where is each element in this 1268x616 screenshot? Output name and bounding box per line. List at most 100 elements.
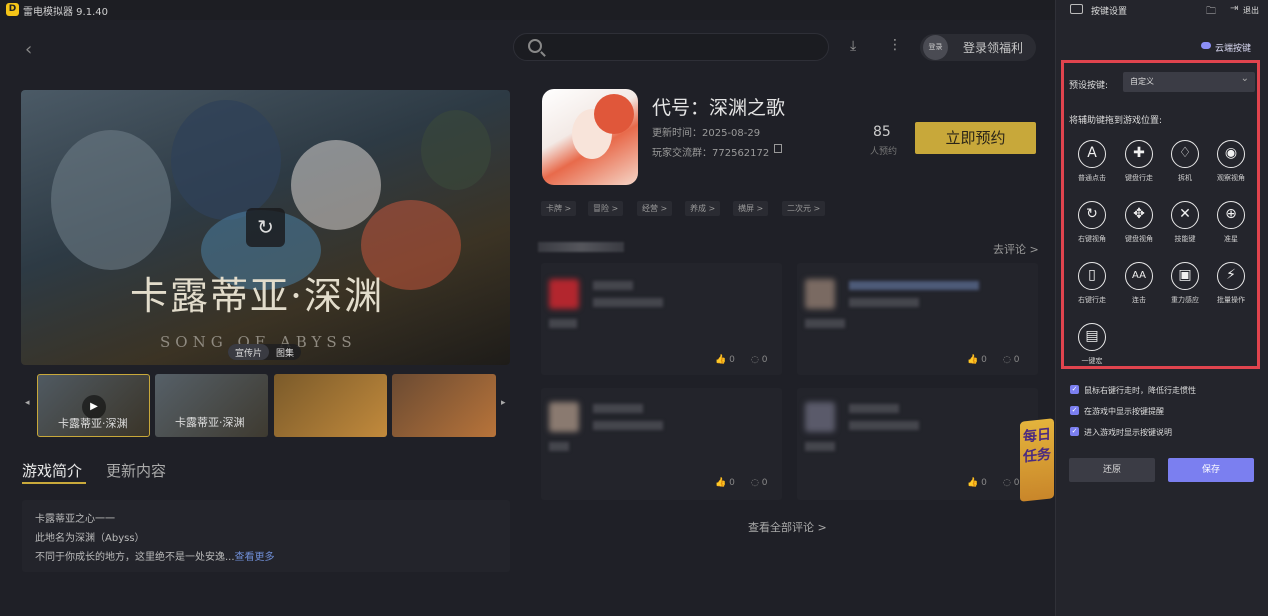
tab-intro[interactable]: 游戏简介: [22, 460, 82, 481]
tab-update[interactable]: 更新内容: [106, 460, 166, 481]
app-logo-icon: D: [6, 3, 19, 16]
key-right-click-view[interactable]: ↻ 右键视角: [1072, 201, 1112, 244]
tag[interactable]: 冒险 >: [588, 201, 624, 216]
back-arrow-icon[interactable]: ‹: [25, 39, 32, 60]
tab-active-indicator: [22, 482, 86, 484]
read-more-link[interactable]: 查看更多: [235, 552, 275, 563]
more-options-icon[interactable]: ⋮: [888, 37, 902, 53]
blurred-text: [593, 281, 633, 290]
macro-icon: ▤: [1078, 323, 1106, 351]
search-input[interactable]: [513, 33, 829, 61]
avatar: [805, 279, 835, 309]
daily-task-badge[interactable]: 每日任务: [1020, 418, 1054, 502]
save-button[interactable]: 保存: [1168, 458, 1254, 482]
reply-count[interactable]: ◌ 0: [751, 355, 767, 365]
option-checkbox[interactable]: ✓: [1070, 385, 1079, 394]
key-label: 连击: [1132, 296, 1146, 304]
thumb-prev-icon[interactable]: ◂: [25, 398, 30, 408]
like-value: 0: [981, 355, 987, 365]
key-combo[interactable]: AA 连击: [1119, 262, 1159, 305]
thumb-next-icon[interactable]: ▸: [501, 398, 506, 408]
thumbnail[interactable]: [392, 374, 496, 437]
all-comments-link[interactable]: 查看全部评论 >: [748, 519, 827, 535]
login-reward-text[interactable]: 登录领福利: [963, 39, 1023, 56]
preset-select[interactable]: 自定义: [1123, 69, 1255, 92]
key-batch[interactable]: ⚡ 批量操作: [1211, 262, 1251, 305]
mouse-icon: ▯: [1078, 262, 1106, 290]
like-count[interactable]: 👍 0: [715, 478, 735, 488]
comment-card[interactable]: 👍 0 ◌ 0: [541, 388, 782, 500]
key-tap[interactable]: A 普通点击: [1072, 140, 1112, 183]
key-label: 准星: [1224, 235, 1238, 243]
go-comment-link[interactable]: 去评论 >: [993, 241, 1039, 257]
tag[interactable]: 经营 >: [637, 201, 673, 216]
key-macro[interactable]: ▤ 一键宏: [1072, 323, 1112, 366]
reply-count[interactable]: ◌ 0: [1003, 355, 1019, 365]
replay-icon[interactable]: ↻: [246, 208, 285, 247]
search-icon[interactable]: [528, 39, 542, 53]
download-icon[interactable]: ⤓: [850, 38, 856, 54]
reply-value: 0: [761, 355, 768, 365]
lightning-icon: ⚡: [1217, 262, 1245, 290]
blurred-text: [849, 421, 919, 430]
tab-video[interactable]: 宣传片: [228, 344, 270, 360]
key-dismantle[interactable]: ♢ 拆机: [1165, 140, 1205, 183]
thumbnail[interactable]: 卡露蒂亚·深渊: [155, 374, 268, 437]
thumbnail[interactable]: ▶ 卡露蒂亚·深渊: [37, 374, 150, 437]
folder-icon[interactable]: 🗀: [1206, 4, 1216, 21]
copy-icon[interactable]: [774, 144, 782, 153]
tag[interactable]: 卡牌 >: [541, 201, 577, 216]
key-keyboard-walk[interactable]: ✚ 键盘行走: [1119, 140, 1159, 183]
reply-count[interactable]: ◌ 0: [751, 478, 767, 488]
blurred-text: [849, 281, 979, 290]
avatar[interactable]: 登录: [923, 35, 948, 60]
tag[interactable]: 横屏 >: [733, 201, 769, 216]
keyboard-icon: [1070, 4, 1083, 14]
like-count[interactable]: 👍 0: [967, 355, 987, 365]
key-skill[interactable]: ✕ 技能键: [1165, 201, 1205, 244]
cloud-keys-button[interactable]: 云端按键: [1215, 41, 1251, 54]
exit-icon[interactable]: ⇥: [1230, 3, 1238, 14]
cloud-icon[interactable]: [1201, 42, 1211, 49]
key-label: 键盘视角: [1125, 235, 1153, 243]
view-move-icon: ✥: [1125, 201, 1153, 229]
comment-card[interactable]: 👍 0 ◌ 0: [541, 263, 782, 375]
thumbnail-label: 卡露蒂亚·深渊: [175, 416, 245, 429]
phone-tilt-icon: ▣: [1171, 262, 1199, 290]
key-gravity[interactable]: ▣ 重力感应: [1165, 262, 1205, 305]
key-label: 一键宏: [1081, 357, 1103, 365]
comment-card[interactable]: 👍 0 ◌ 0: [797, 263, 1038, 375]
tab-gallery[interactable]: 图集: [269, 344, 301, 360]
option-checkbox[interactable]: ✓: [1070, 427, 1079, 436]
like-value: 0: [981, 478, 987, 488]
game-icon: [542, 89, 638, 185]
like-count[interactable]: 👍 0: [715, 355, 735, 365]
key-crosshair[interactable]: ⊕ 准星: [1211, 201, 1251, 244]
reset-button[interactable]: 还原: [1069, 458, 1155, 482]
key-right-click-walk[interactable]: ▯ 右键行走: [1072, 262, 1112, 305]
option-checkbox[interactable]: ✓: [1070, 406, 1079, 415]
exit-button[interactable]: 退出: [1243, 5, 1259, 16]
blurred-text: [849, 404, 899, 413]
intro-line: 此地名为深渊（Abyss）: [35, 533, 145, 544]
reserve-button[interactable]: 立即预约: [915, 122, 1036, 154]
like-count[interactable]: 👍 0: [967, 478, 987, 488]
tag[interactable]: 二次元 >: [782, 201, 826, 216]
key-observe-view[interactable]: ◉ 观察视角: [1211, 140, 1251, 183]
reply-count[interactable]: ◌ 0: [1003, 478, 1019, 488]
thumbnail[interactable]: [274, 374, 387, 437]
key-label: 拆机: [1178, 174, 1192, 182]
skill-icon: ✕: [1171, 201, 1199, 229]
key-keyboard-view[interactable]: ✥ 键盘视角: [1119, 201, 1159, 244]
tag[interactable]: 养成 >: [685, 201, 721, 216]
hero-artwork: [51, 130, 171, 270]
rotate-view-icon: ↻: [1078, 201, 1106, 229]
comment-card[interactable]: 👍 0 ◌ 0: [797, 388, 1038, 500]
blurred-text: [593, 421, 663, 430]
avatar: [549, 279, 579, 309]
eye-icon: ◉: [1217, 140, 1245, 168]
hero-logo-title: 卡露蒂亚·深渊: [130, 274, 385, 318]
media-tabs: 宣传片 图集: [228, 344, 302, 360]
blurred-text: [849, 298, 919, 307]
intro-line: 不同于你成长的地方，这里绝不是一处安逸...查看更多: [35, 548, 275, 563]
